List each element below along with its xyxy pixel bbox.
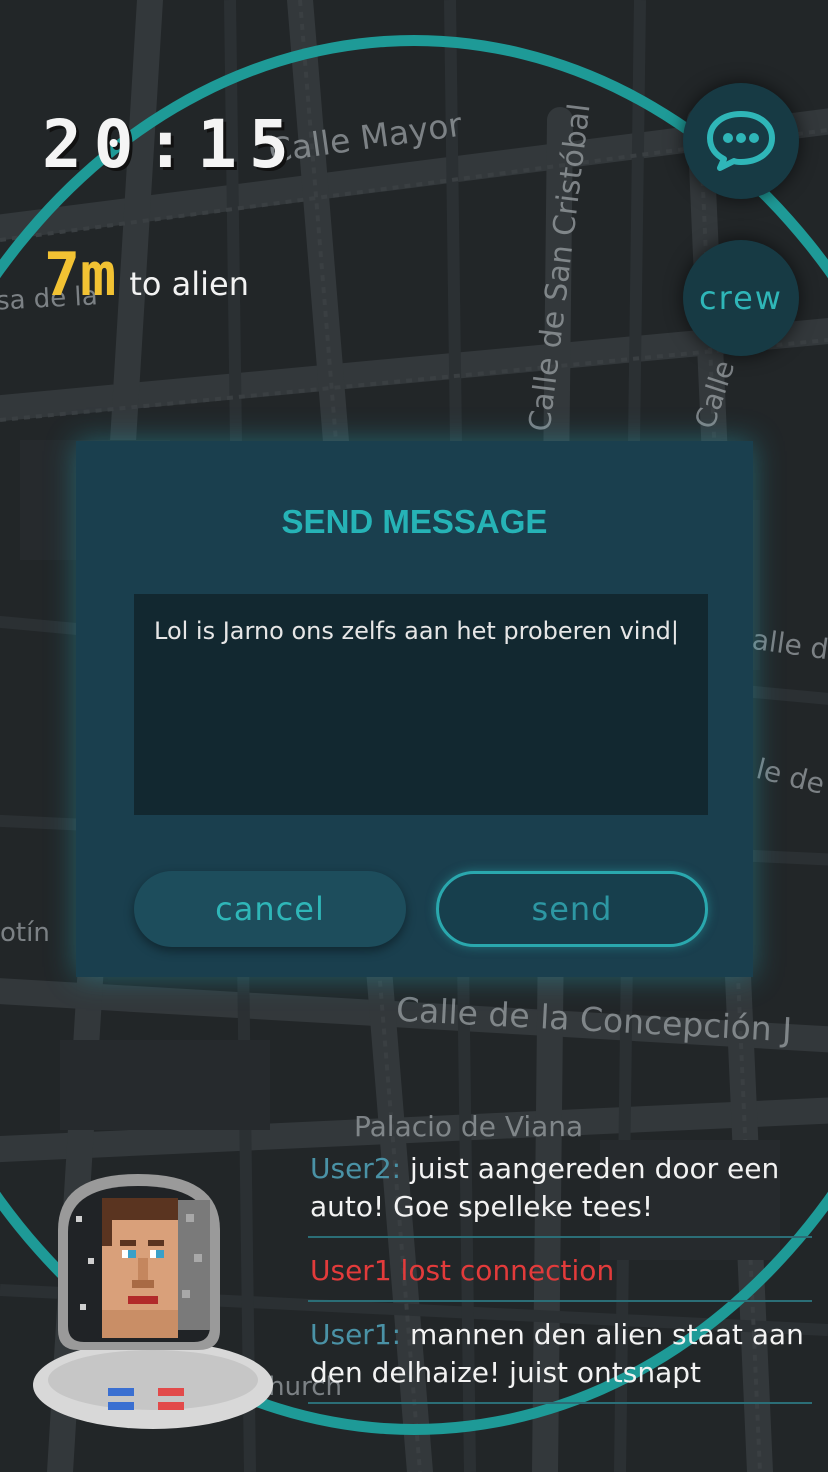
chat-bubble-icon bbox=[707, 111, 775, 171]
chat-message: User2: juist aangereden door een auto! G… bbox=[308, 1148, 812, 1238]
astronaut-avatar-icon bbox=[33, 1174, 273, 1429]
chat-username: User1: bbox=[310, 1318, 402, 1351]
distance-value: 7m bbox=[44, 240, 117, 310]
chat-message: User1: mannen den alien staat aan den de… bbox=[308, 1314, 812, 1404]
send-button-label: send bbox=[531, 890, 613, 928]
send-message-dialog: SEND MESSAGE Lol is Jarno ons zelfs aan … bbox=[76, 441, 753, 977]
clock: 20:15 bbox=[42, 106, 301, 183]
dialog-title: SEND MESSAGE bbox=[281, 503, 548, 540]
cancel-button[interactable]: cancel bbox=[134, 871, 406, 947]
chat-username: User2: bbox=[310, 1152, 402, 1185]
chat-button[interactable] bbox=[683, 83, 799, 199]
chat-alert-text: User1 lost connection bbox=[310, 1254, 615, 1287]
chat-system-alert: User1 lost connection bbox=[308, 1250, 812, 1302]
distance-label: to alien bbox=[129, 265, 249, 303]
crew-button[interactable]: crew bbox=[683, 240, 799, 356]
crew-button-label: crew bbox=[699, 279, 783, 317]
message-input[interactable]: Lol is Jarno ons zelfs aan het proberen … bbox=[134, 594, 708, 815]
send-button[interactable]: send bbox=[436, 871, 708, 947]
cancel-button-label: cancel bbox=[215, 890, 325, 928]
distance-indicator: 7m to alien bbox=[44, 240, 249, 310]
game-screen: Calle Mayor Calle de San Cristóbal Calle… bbox=[0, 0, 828, 1472]
chat-feed: User2: juist aangereden door een auto! G… bbox=[308, 1148, 812, 1416]
